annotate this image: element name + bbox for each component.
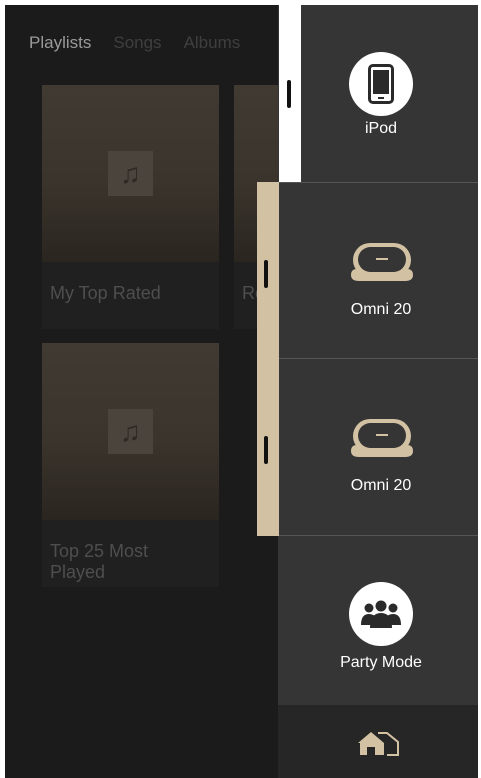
playlist-tile[interactable]: ♫ My Top Rated — [42, 85, 219, 329]
tab-playlists[interactable]: Playlists — [29, 33, 91, 53]
device-label: Omni 20 — [350, 477, 412, 494]
ipod-icon — [349, 52, 413, 116]
device-ipod[interactable]: iPod — [278, 5, 478, 182]
device-label: Omni 20 — [350, 301, 412, 318]
library-tabs: Playlists Songs Albums — [29, 33, 240, 53]
speaker-group-drag-handle[interactable] — [257, 182, 279, 536]
playlist-title: My Top Rated — [50, 283, 161, 303]
ipod-drag-handle[interactable] — [279, 5, 301, 182]
app-screen: Playlists Songs Albums ♫ My Top Rated ♫ … — [5, 5, 478, 778]
speaker-icon — [349, 239, 415, 288]
tab-albums[interactable]: Albums — [184, 33, 241, 53]
playlist-artwork: ♫ — [42, 85, 219, 262]
playlist-artwork: ♫ — [42, 343, 219, 520]
home-bar — [278, 705, 478, 778]
playlist-tile[interactable]: ♫ Top 25 Most Played — [42, 343, 219, 587]
home-icon[interactable] — [356, 730, 400, 761]
music-note-icon: ♫ — [108, 151, 153, 196]
speaker-icon — [349, 415, 415, 464]
grip-icon — [264, 436, 268, 464]
grip-icon — [287, 80, 291, 108]
device-omni-20[interactable]: Omni 20 — [278, 183, 478, 358]
tab-songs[interactable]: Songs — [113, 33, 161, 53]
party-mode-icon — [349, 582, 413, 646]
playlist-title: Top 25 Most Played — [50, 541, 149, 582]
device-label: iPod — [364, 120, 398, 137]
device-label: Party Mode — [340, 654, 422, 671]
music-note-icon: ♫ — [108, 409, 153, 454]
grip-icon — [264, 260, 268, 288]
device-panel: iPod Omni 20 Omni 20 Party Mode — [278, 5, 478, 778]
device-omni-20[interactable]: Omni 20 — [278, 359, 478, 535]
party-mode-button[interactable]: Party Mode — [278, 536, 478, 705]
